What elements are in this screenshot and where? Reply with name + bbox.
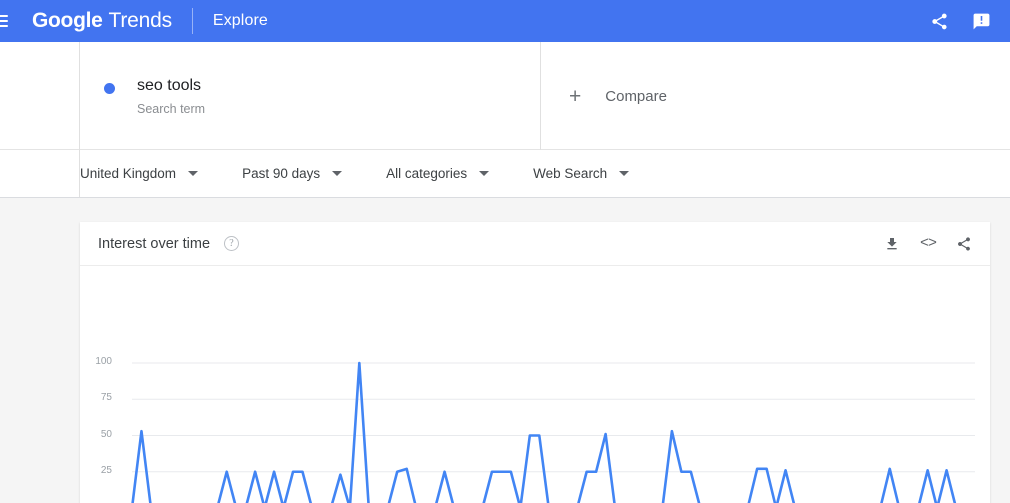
search-type-filter[interactable]: Web Search <box>533 166 630 181</box>
compare-button[interactable]: + Compare <box>541 42 1010 150</box>
explore-nav-item[interactable]: Explore <box>213 12 268 30</box>
interest-over-time-card: Interest over time ? <> 25507510027 Feb2… <box>80 222 990 503</box>
app-bar: Google Trends Explore <box>0 0 1010 42</box>
y-axis-tick-label: 100 <box>95 356 112 367</box>
search-type-filter-label: Web Search <box>533 166 608 181</box>
card-title: Interest over time <box>98 235 211 252</box>
location-filter[interactable]: United Kingdom <box>80 166 199 181</box>
category-filter-label: All categories <box>386 166 468 181</box>
google-trends-page: Google Trends Explore seo tools Search t… <box>0 0 1010 503</box>
share-icon[interactable] <box>922 4 956 38</box>
time-range-filter[interactable]: Past 90 days <box>242 166 343 181</box>
y-axis-tick-label: 75 <box>100 392 112 404</box>
help-icon[interactable]: ? <box>224 236 240 251</box>
brand-logo[interactable]: Google Trends <box>32 9 172 33</box>
filter-left-gutter <box>0 150 80 197</box>
compare-label: Compare <box>605 87 667 105</box>
brand-trends-text: Trends <box>108 9 173 32</box>
share-icon[interactable] <box>956 236 972 252</box>
embed-code-icon[interactable]: <> <box>920 235 937 252</box>
y-axis-tick-label: 50 <box>100 428 112 440</box>
series-color-dot <box>104 83 115 94</box>
terms-left-gutter <box>0 42 80 150</box>
chevron-down-icon <box>479 171 490 176</box>
brand-google-text: Google <box>32 9 103 32</box>
time-range-filter-label: Past 90 days <box>242 166 321 181</box>
category-filter[interactable]: All categories <box>386 166 490 181</box>
appbar-divider <box>191 8 193 34</box>
filter-bar: United Kingdom Past 90 days All categori… <box>0 150 1010 198</box>
download-icon[interactable] <box>884 236 900 252</box>
plus-icon: + <box>569 84 582 108</box>
feedback-icon[interactable] <box>964 4 998 38</box>
chevron-down-icon <box>188 171 199 176</box>
location-filter-label: United Kingdom <box>80 166 177 181</box>
y-axis-tick-label: 25 <box>100 464 112 476</box>
chart-plot-area[interactable]: 25507510027 Feb23 Mar16 Apr10 May <box>80 266 990 503</box>
search-term-card[interactable]: seo tools Search term <box>80 42 541 150</box>
search-terms-strip: seo tools Search term + Compare <box>0 42 1010 150</box>
search-term-label: seo tools <box>137 77 202 94</box>
search-term-texts: seo tools Search term <box>137 76 205 117</box>
series-line <box>132 363 975 503</box>
search-term-type: Search term <box>137 102 206 116</box>
chevron-down-icon <box>332 171 343 176</box>
interest-over-time-line-chart[interactable] <box>80 266 990 503</box>
chevron-down-icon <box>619 171 630 176</box>
card-header: Interest over time ? <> <box>80 222 990 266</box>
hamburger-menu-icon[interactable] <box>0 0 12 42</box>
